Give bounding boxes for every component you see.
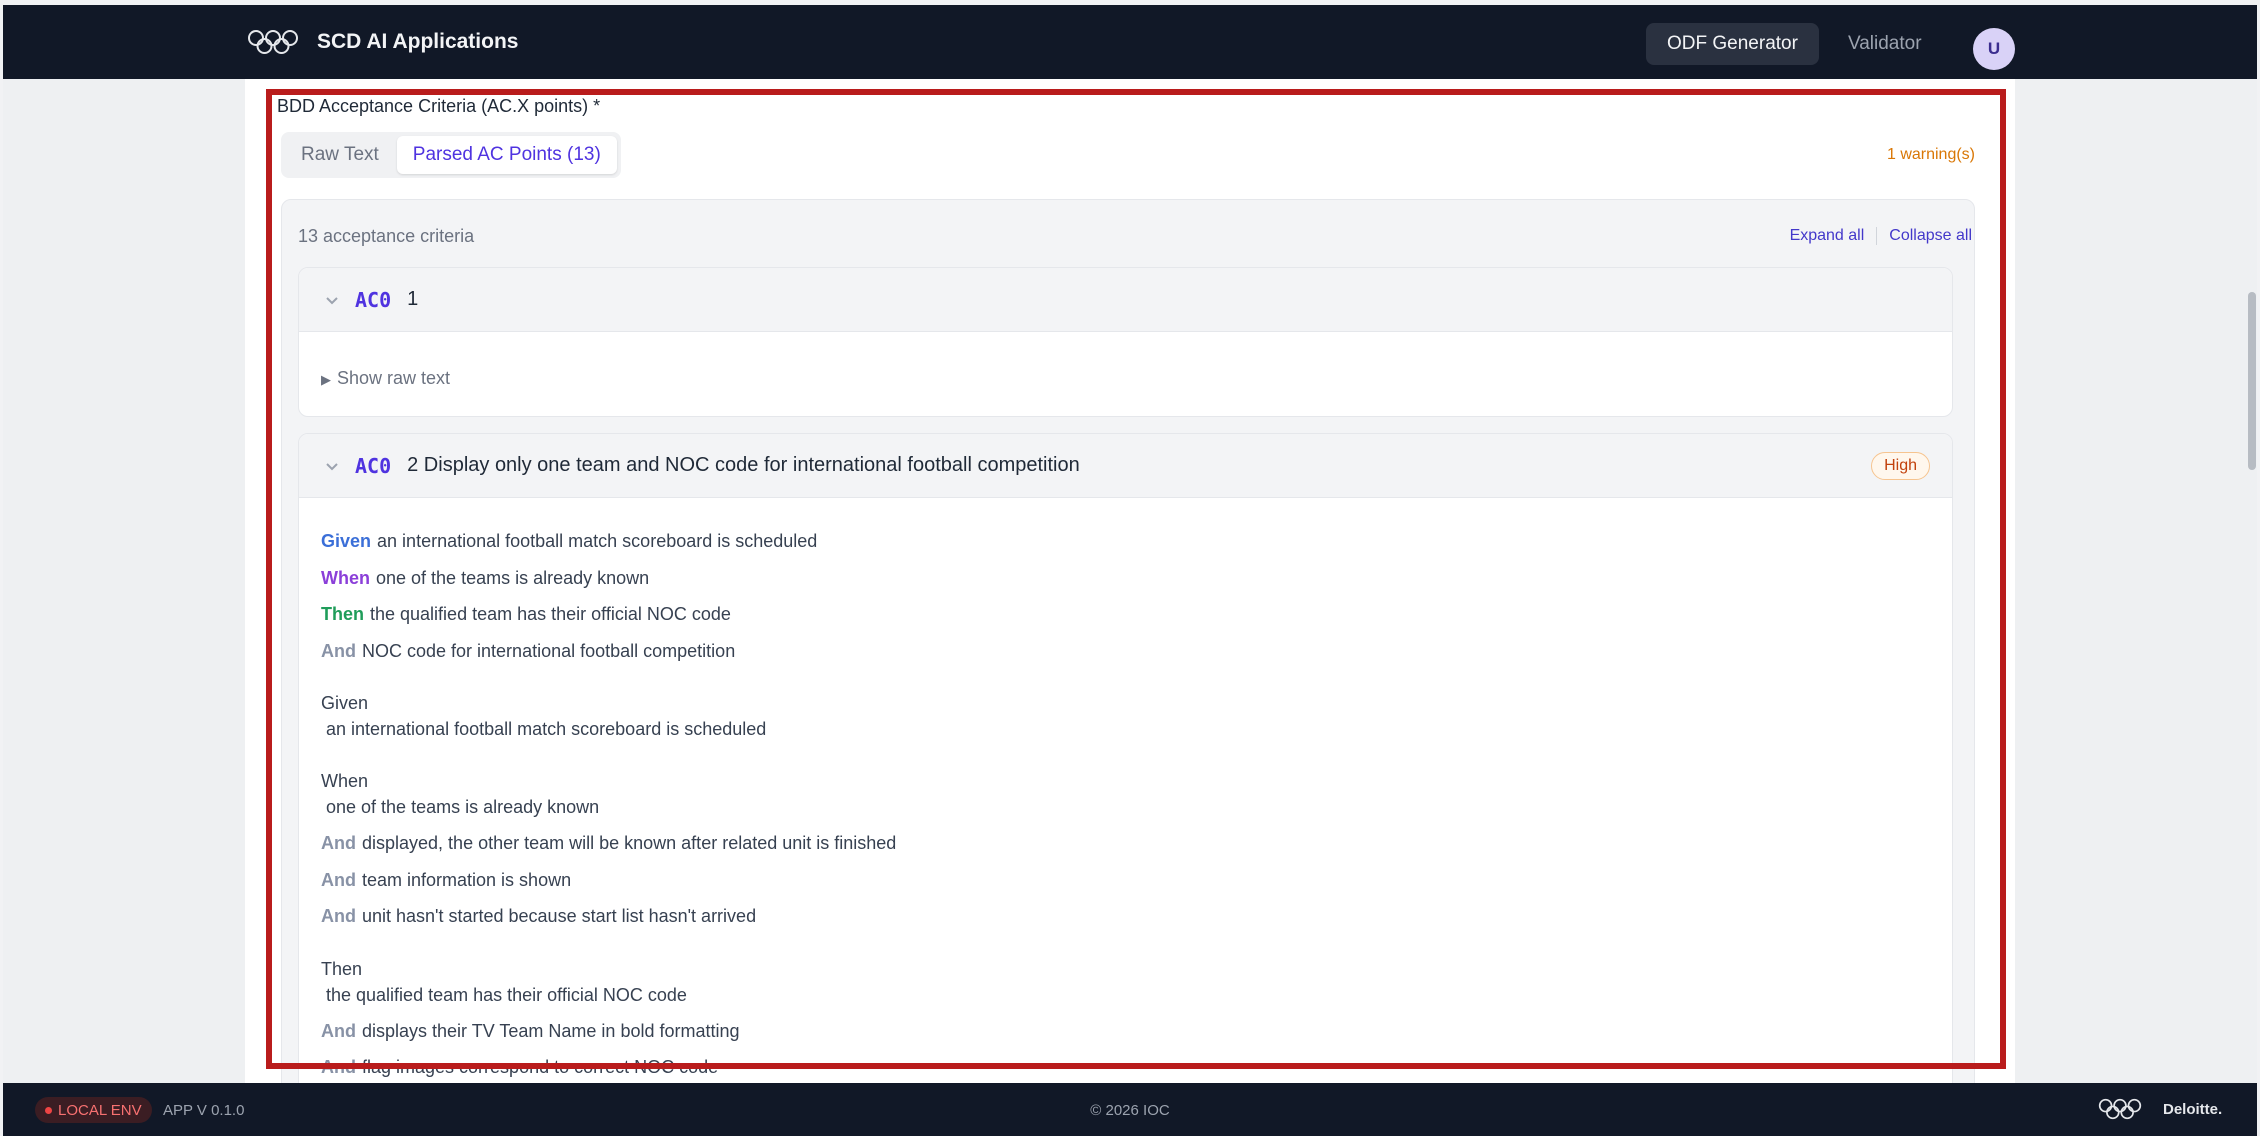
- bdd-step: And team information is shown: [321, 871, 1952, 908]
- nav-validator[interactable]: Validator: [1827, 23, 1943, 65]
- show-raw-text-toggle[interactable]: ▶ Show raw text: [299, 332, 1952, 389]
- right-gutter: [2015, 79, 2257, 1083]
- bdd-step: When one of the teams is already known: [321, 569, 1952, 606]
- step-text: unit hasn't started because start list h…: [362, 906, 757, 926]
- bdd-step: Given an international football match sco…: [321, 532, 1952, 569]
- ac-card-header[interactable]: AC0 1: [299, 268, 1952, 332]
- keyword-and: And: [321, 869, 356, 890]
- block-keyword: When: [321, 771, 369, 791]
- keyword-and: And: [321, 906, 356, 926]
- block-text: one of the teams is already known: [326, 797, 600, 817]
- ac-card: AC0 1 ▶ Show raw text: [298, 267, 1953, 417]
- then-block: Then the qualified team has their offici…: [321, 960, 1952, 1095]
- chevron-down-icon[interactable]: [323, 457, 341, 475]
- step-text: displayed, the other team will be known …: [362, 833, 897, 853]
- ac-card-header[interactable]: AC0 2 Display only one team and NOC code…: [299, 434, 1952, 498]
- step-text: NOC code for international football comp…: [362, 640, 736, 661]
- step-text: team information is shown: [362, 869, 572, 890]
- step-text: flag images correspond to correct NOC co…: [362, 1057, 719, 1077]
- given-block: Given an international football match sc…: [321, 694, 1952, 756]
- warning-count[interactable]: 1 warning(s): [1887, 146, 1975, 164]
- bdd-step: And unit hasn't started because start lis…: [321, 907, 1952, 944]
- block-text: the qualified team has their official NO…: [326, 984, 687, 1005]
- priority-badge: High: [1871, 452, 1930, 480]
- bdd-step: And NOC code for international football c…: [321, 642, 1952, 679]
- field-label: BDD Acceptance Criteria (AC.X points) *: [277, 96, 601, 116]
- ac-count: 13 acceptance criteria: [298, 226, 475, 246]
- keyword-and: And: [321, 833, 356, 853]
- bdd-steps: Given an international football match sco…: [299, 498, 1952, 1095]
- caret-right-icon: ▶: [321, 372, 331, 387]
- main-nav: ODF Generator Validator: [1646, 23, 1943, 65]
- left-gutter: [3, 79, 245, 1083]
- footer: LOCAL ENV APP V 0.1.0 © 2026 IOC Deloitt…: [3, 1083, 2257, 1136]
- when-block: When one of the teams is already known A…: [321, 772, 1952, 944]
- avatar[interactable]: U: [1973, 28, 2015, 70]
- ac-title: 1: [407, 288, 419, 310]
- ac-id: AC0: [355, 453, 392, 478]
- olympic-rings-icon: [248, 30, 298, 54]
- deloitte-logo: Deloitte.: [2163, 1101, 2223, 1118]
- step-text: an international football match scoreboa…: [377, 531, 818, 551]
- step-text: the qualified team has their official NO…: [370, 604, 731, 624]
- collapse-all-button[interactable]: Collapse all: [1889, 227, 1972, 245]
- keyword-given: Given: [321, 531, 372, 551]
- nav-odf-generator[interactable]: ODF Generator: [1646, 23, 1819, 65]
- block-keyword: Then: [321, 958, 363, 979]
- view-tabs: Raw Text Parsed AC Points (13): [281, 132, 621, 178]
- keyword-when: When: [321, 567, 370, 588]
- block-text: an international football match scoreboa…: [326, 719, 767, 739]
- olympic-rings-icon: [2098, 1098, 2142, 1120]
- keyword-then: Then: [321, 604, 364, 624]
- copyright: © 2026 IOC: [1090, 1102, 1170, 1119]
- tab-parsed-ac-points[interactable]: Parsed AC Points (13): [396, 136, 617, 174]
- divider: [1876, 227, 1878, 245]
- bdd-step: Then the qualified team has their officia…: [321, 605, 1952, 642]
- ac-id: AC0: [355, 287, 392, 312]
- top-navigation-bar: SCD AI Applications ODF Generator Valida…: [3, 5, 2257, 79]
- scrollbar-thumb[interactable]: [2248, 292, 2256, 470]
- brand[interactable]: SCD AI Applications: [247, 5, 518, 79]
- chevron-down-icon[interactable]: [323, 291, 341, 309]
- block-keyword: Given: [321, 693, 369, 713]
- ac-title: 2 Display only one team and NOC code for…: [407, 454, 1080, 476]
- step-text: one of the teams is already known: [376, 567, 650, 588]
- app-title: SCD AI Applications: [317, 30, 519, 53]
- tab-raw-text[interactable]: Raw Text: [285, 136, 395, 174]
- expand-all-button[interactable]: Expand all: [1790, 227, 1865, 245]
- keyword-and: And: [321, 1057, 356, 1077]
- show-raw-text-label: Show raw text: [337, 368, 451, 388]
- keyword-and: And: [321, 1020, 356, 1041]
- ac-list-actions: Expand all Collapse all: [1790, 227, 1972, 245]
- bdd-step: And displayed, the other team will be kno…: [321, 834, 1952, 871]
- ac-card: AC0 2 Display only one team and NOC code…: [298, 433, 1953, 1113]
- bdd-step: And displays their TV Team Name in bold f…: [321, 1022, 1952, 1059]
- step-text: displays their TV Team Name in bold form…: [362, 1020, 740, 1041]
- keyword-and: And: [321, 640, 356, 661]
